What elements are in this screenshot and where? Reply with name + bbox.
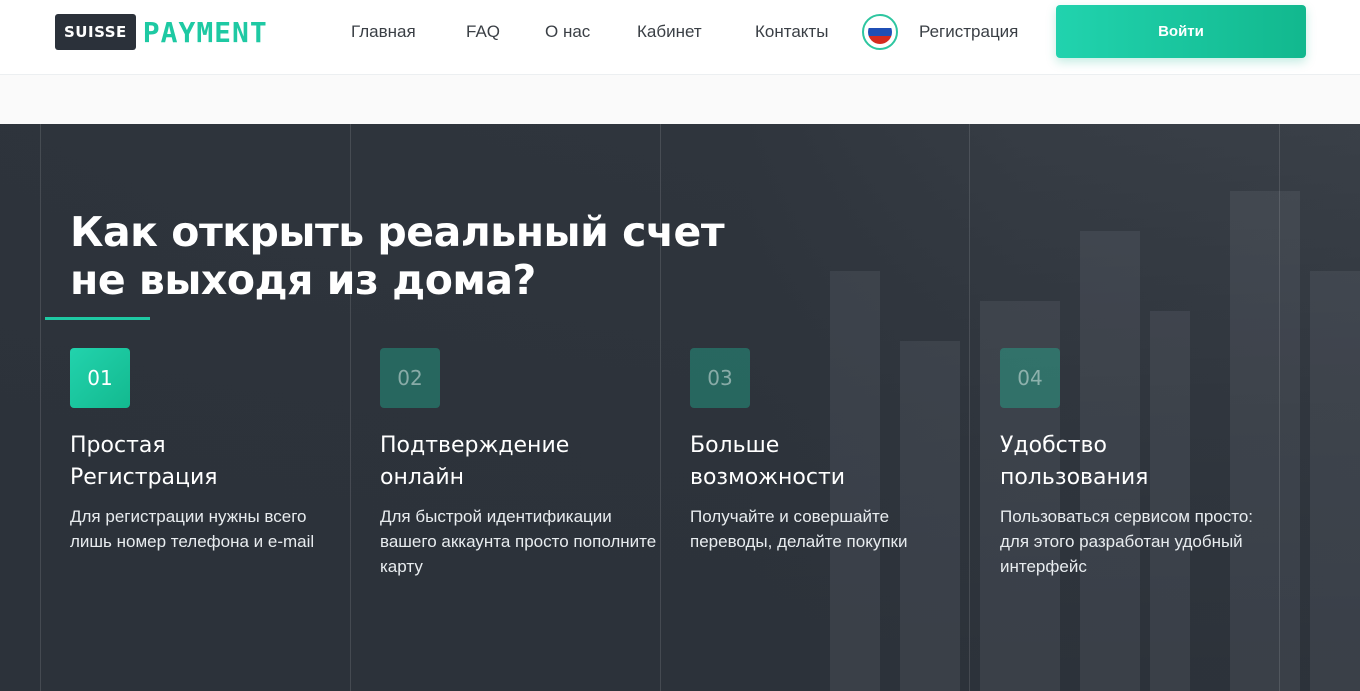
step-number-badge: 02: [380, 348, 440, 408]
logo[interactable]: SUISSE PAYMENT: [55, 14, 268, 50]
step-description: Для быстрой идентификации вашего аккаунт…: [380, 507, 657, 576]
title-underline: [45, 317, 150, 320]
step-description: Получайте и совершайте переводы, делайте…: [690, 507, 908, 551]
step-card: 02 Подтверждение онлайн Для быстрой иден…: [380, 348, 660, 579]
step-title: Простая Регистрация: [70, 430, 350, 494]
step-description: Для регистрации нужны всего лишь номер т…: [70, 507, 315, 551]
step-card: 03 Больше возможности Получайте и соверш…: [690, 348, 970, 554]
step-title-line2: пользования: [1000, 465, 1149, 490]
step-title: Подтверждение онлайн: [380, 430, 660, 494]
step-title: Больше возможности: [690, 430, 970, 494]
nav-link-home[interactable]: Главная: [351, 20, 416, 44]
flag-stripe-red: [868, 36, 892, 44]
nav-link-about[interactable]: О нас: [545, 20, 590, 44]
step-title-line2: онлайн: [380, 465, 465, 490]
logo-box-text: SUISSE: [55, 14, 136, 50]
login-button[interactable]: Войти: [1056, 5, 1306, 58]
hero-title-line1: Как открыть реальный счет: [70, 208, 725, 256]
step-title-line1: Подтверждение: [380, 433, 570, 458]
city-background-building: [1310, 271, 1360, 691]
step-title-line1: Больше: [690, 433, 780, 458]
column-divider: [40, 124, 41, 691]
site-header: SUISSE PAYMENT Главная FAQ О нас Кабинет…: [0, 0, 1360, 75]
nav-link-faq[interactable]: FAQ: [466, 20, 500, 44]
step-title-line1: Простая: [70, 433, 166, 458]
logo-word-text: PAYMENT: [142, 15, 268, 49]
hero-title: Как открыть реальный счет не выходя из д…: [70, 208, 830, 304]
flag-stripe-white: [868, 20, 892, 28]
nav-link-register[interactable]: Регистрация: [919, 20, 1018, 44]
step-number-badge: 01: [70, 348, 130, 408]
step-title-line1: Удобство: [1000, 433, 1107, 458]
nav-link-cabinet[interactable]: Кабинет: [637, 20, 702, 44]
step-title-line2: Регистрация: [70, 465, 218, 490]
step-card: 01 Простая Регистрация Для регистрации н…: [70, 348, 350, 554]
russia-flag-icon: [868, 20, 892, 44]
step-description: Пользоваться сервисом просто: для этого …: [1000, 507, 1254, 576]
step-number-badge: 03: [690, 348, 750, 408]
nav-link-contacts[interactable]: Контакты: [755, 20, 828, 44]
step-title-line2: возможности: [690, 465, 846, 490]
step-title: Удобство пользования: [1000, 430, 1280, 494]
step-card: 04 Удобство пользования Пользоваться сер…: [1000, 348, 1280, 579]
flag-stripe-blue: [868, 28, 892, 36]
hero-title-line2: не выходя из дома?: [70, 256, 536, 304]
language-flag-icon[interactable]: [862, 14, 898, 50]
hero-section: Как открыть реальный счет не выходя из д…: [0, 124, 1360, 691]
step-number-badge: 04: [1000, 348, 1060, 408]
